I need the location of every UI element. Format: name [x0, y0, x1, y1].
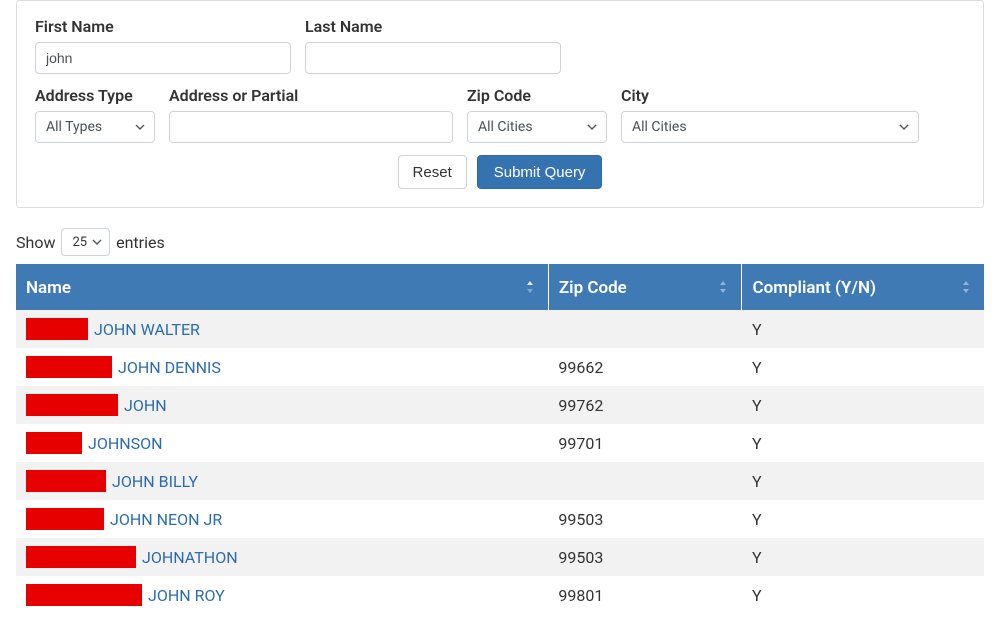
name-cell: JOHN BILLY — [16, 462, 548, 500]
zip-cell: 99701 — [548, 424, 742, 462]
zip-cell: 99503 — [548, 500, 742, 538]
sort-asc-icon — [524, 279, 538, 295]
address-type-group: Address Type All Types — [35, 86, 155, 143]
compliant-cell: Y — [742, 424, 984, 462]
name-cell: JOHN — [16, 386, 548, 424]
table-row: JOHNATHON 99503Y — [16, 538, 984, 576]
name-link[interactable]: JOHN — [124, 396, 167, 415]
compliant-cell: Y — [742, 538, 984, 576]
name-link[interactable]: JOHNATHON — [142, 548, 238, 567]
table-row: JOHN WALTER Y — [16, 310, 984, 348]
search-row-1: First Name Last Name — [35, 17, 965, 74]
zip-cell — [548, 462, 742, 500]
show-prefix: Show — [16, 233, 55, 252]
city-label: City — [621, 86, 919, 105]
compliant-cell: Y — [742, 500, 984, 538]
zip-select[interactable]: All Cities — [467, 111, 607, 143]
zip-label: Zip Code — [467, 86, 607, 105]
address-input[interactable] — [169, 111, 453, 143]
first-name-label: First Name — [35, 17, 291, 36]
table-row: JOHN NEON JR 99503Y — [16, 500, 984, 538]
name-cell: JOHN ROY — [16, 576, 548, 614]
page-size-value: 25 — [72, 235, 87, 250]
compliant-cell: Y — [742, 462, 984, 500]
city-select[interactable]: All Cities — [621, 111, 919, 143]
zip-cell: 99503 — [548, 538, 742, 576]
col-header-compliant-label: Compliant (Y/N) — [752, 278, 875, 298]
name-link[interactable]: JOHN DENNIS — [118, 358, 221, 377]
page-size-select[interactable]: 25 — [61, 228, 110, 256]
table-length-control: Show 25 entries — [16, 228, 984, 256]
compliant-cell: Y — [742, 386, 984, 424]
name-cell: JOHNATHON — [16, 538, 548, 576]
address-type-select[interactable]: All Types — [35, 111, 155, 143]
reset-button[interactable]: Reset — [398, 155, 467, 189]
zip-cell: 99801 — [548, 576, 742, 614]
name-link[interactable]: JOHN ROY — [148, 586, 225, 605]
zip-cell — [548, 310, 742, 348]
search-panel: First Name Last Name Address Type All Ty… — [16, 0, 984, 208]
redacted-block — [26, 356, 112, 378]
redacted-block — [26, 508, 104, 530]
zip-cell: 99662 — [548, 348, 742, 386]
redacted-block — [26, 546, 136, 568]
address-type-value: All Types — [46, 119, 102, 135]
last-name-input[interactable] — [305, 42, 561, 74]
name-cell: JOHN WALTER — [16, 310, 548, 348]
show-suffix: entries — [116, 233, 165, 252]
redacted-block — [26, 394, 118, 416]
compliant-cell: Y — [742, 310, 984, 348]
results-header-row: Name Zip Code Compliant — [16, 264, 984, 310]
last-name-label: Last Name — [305, 17, 561, 36]
col-header-zip-label: Zip Code — [559, 278, 627, 298]
name-cell: JOHN DENNIS — [16, 348, 548, 386]
table-row: JOHNSON 99701Y — [16, 424, 984, 462]
compliant-cell: Y — [742, 576, 984, 614]
zip-cell: 99762 — [548, 386, 742, 424]
sort-icon — [717, 279, 731, 295]
redacted-block — [26, 318, 88, 340]
redacted-block — [26, 584, 142, 606]
table-row: JOHN 99762Y — [16, 386, 984, 424]
submit-query-button[interactable]: Submit Query — [477, 155, 603, 189]
redacted-block — [26, 470, 106, 492]
redacted-block — [26, 432, 82, 454]
compliant-cell: Y — [742, 348, 984, 386]
first-name-group: First Name — [35, 17, 291, 74]
name-link[interactable]: JOHN WALTER — [94, 320, 200, 339]
results-table: Name Zip Code Compliant — [16, 264, 984, 614]
col-header-zip[interactable]: Zip Code — [548, 264, 742, 310]
city-value: All Cities — [632, 119, 687, 135]
sort-icon — [960, 279, 974, 295]
name-cell: JOHNSON — [16, 424, 548, 462]
search-row-2: Address Type All Types Address or Partia… — [35, 86, 965, 143]
col-header-compliant[interactable]: Compliant (Y/N) — [742, 264, 984, 310]
first-name-input[interactable] — [35, 42, 291, 74]
table-row: JOHN ROY 99801Y — [16, 576, 984, 614]
address-type-label: Address Type — [35, 86, 155, 105]
col-header-name-label: Name — [26, 278, 71, 298]
button-row: Reset Submit Query — [35, 155, 965, 189]
address-label: Address or Partial — [169, 86, 453, 105]
last-name-group: Last Name — [305, 17, 561, 74]
name-link[interactable]: JOHN NEON JR — [110, 510, 222, 529]
zip-value: All Cities — [478, 119, 533, 135]
col-header-name[interactable]: Name — [16, 264, 548, 310]
city-group: City All Cities — [621, 86, 919, 143]
name-link[interactable]: JOHN BILLY — [112, 472, 198, 491]
name-link[interactable]: JOHNSON — [88, 434, 163, 453]
address-group: Address or Partial — [169, 86, 453, 143]
name-cell: JOHN NEON JR — [16, 500, 548, 538]
table-row: JOHN DENNIS 99662Y — [16, 348, 984, 386]
zip-group: Zip Code All Cities — [467, 86, 607, 143]
table-row: JOHN BILLY Y — [16, 462, 984, 500]
